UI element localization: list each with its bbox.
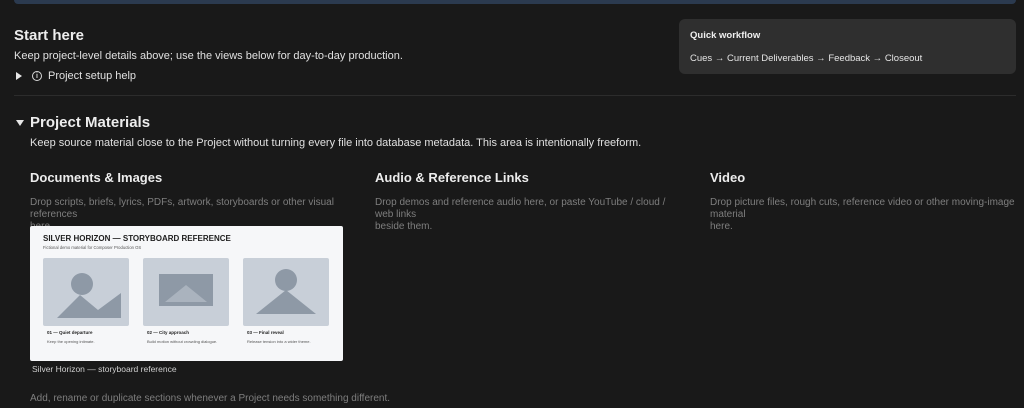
video-heading: Video bbox=[710, 170, 746, 185]
mountain-reveal-icon bbox=[256, 269, 316, 314]
triangle-right-icon bbox=[16, 72, 22, 80]
documents-images-column: Documents & Images Drop scripts, briefs,… bbox=[30, 170, 360, 233]
triangle-down-icon bbox=[16, 119, 24, 126]
frame-1-label: 01 — Quiet departure bbox=[47, 330, 93, 335]
frame-1-caption: Keep the opening intimate. bbox=[47, 339, 95, 344]
project-setup-help-label: Project setup help bbox=[48, 70, 137, 82]
top-banner-edge bbox=[14, 0, 1016, 4]
audio-links-description: Drop demos and reference audio here, or … bbox=[375, 197, 666, 232]
storyboard-image[interactable]: SILVER HORIZON — STORYBOARD REFERENCE Fi… bbox=[30, 226, 343, 361]
callout-text: Cues → Current Deliverables → Feedback →… bbox=[690, 53, 923, 64]
video-column: Video Drop picture files, rough cuts, re… bbox=[710, 170, 1016, 233]
sections-hint: Add, rename or duplicate sections whenev… bbox=[30, 393, 391, 404]
video-description: Drop picture files, rough cuts, referenc… bbox=[710, 197, 1015, 232]
start-description: Keep project-level details above; use th… bbox=[14, 50, 403, 62]
city-frame-icon bbox=[159, 274, 213, 306]
quick-workflow-callout: Quick workflow Cues → Current Deliverabl… bbox=[679, 19, 1016, 74]
frame-3-label: 03 — Final reveal bbox=[247, 330, 284, 335]
divider bbox=[14, 95, 1016, 96]
mountain-sun-icon bbox=[57, 273, 121, 318]
project-setup-help-toggle[interactable]: i Project setup help bbox=[16, 70, 136, 82]
storyboard-title: SILVER HORIZON — STORYBOARD REFERENCE bbox=[43, 234, 231, 243]
documents-images-heading: Documents & Images bbox=[30, 170, 163, 185]
callout-title: Quick workflow bbox=[690, 30, 761, 41]
frame-2-label: 02 — City approach bbox=[147, 330, 190, 335]
info-icon: i bbox=[32, 71, 42, 81]
storyboard-frame-1 bbox=[43, 258, 129, 326]
project-materials-toggle[interactable]: Project Materials bbox=[16, 114, 150, 131]
storyboard-frame-2 bbox=[143, 258, 229, 326]
audio-links-column: Audio & Reference Links Drop demos and r… bbox=[375, 170, 685, 233]
frame-3-caption: Release tension into a wider theme. bbox=[247, 339, 311, 344]
audio-links-heading: Audio & Reference Links bbox=[375, 170, 529, 185]
start-heading: Start here bbox=[14, 27, 85, 44]
storyboard-frame-3 bbox=[243, 258, 329, 326]
storyboard-caption: Silver Horizon — storyboard reference bbox=[32, 364, 177, 374]
project-materials-description: Keep source material close to the Projec… bbox=[30, 137, 642, 149]
project-materials-heading: Project Materials bbox=[30, 114, 151, 131]
storyboard-subtitle: Fictional demo material for Composer Pro… bbox=[43, 245, 142, 250]
frame-2-caption: Build motion without crowding dialogue. bbox=[147, 339, 218, 344]
